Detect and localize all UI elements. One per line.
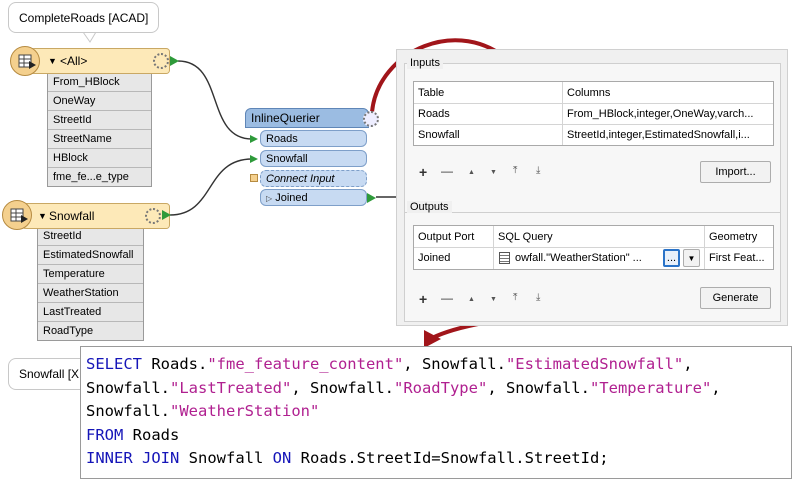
sql-line-3: Snowfall."WeatherStation" bbox=[86, 402, 320, 420]
move-down-button[interactable]: ▼ bbox=[490, 293, 497, 307]
feature-type-title: Snowfall bbox=[49, 209, 95, 223]
input-arrow-icon bbox=[250, 135, 258, 143]
gear-icon[interactable] bbox=[363, 111, 379, 127]
feature-type-header-roads[interactable]: ▼ <All> bbox=[22, 48, 170, 74]
column-header-columns[interactable]: Columns bbox=[563, 83, 775, 103]
table-reader-icon bbox=[2, 200, 32, 230]
feature-type-roads[interactable]: From_HBlock OneWay StreetId StreetName H… bbox=[10, 44, 179, 187]
callout-pointer-top bbox=[82, 31, 97, 43]
move-up-button[interactable]: ▲ bbox=[468, 166, 475, 180]
output-arrow-icon[interactable] bbox=[367, 193, 376, 203]
chevron-down-icon: ▼ bbox=[687, 254, 696, 263]
sql-editor-button[interactable]: ... bbox=[663, 249, 680, 267]
connection-roads bbox=[177, 60, 253, 140]
connect-input-icon bbox=[250, 174, 258, 182]
expand-triangle-icon[interactable]: ▷ bbox=[266, 194, 272, 203]
attribute-item: EstimatedSnowfall bbox=[38, 246, 143, 265]
output-port-joined[interactable]: ▷ Joined bbox=[260, 189, 367, 206]
gear-icon[interactable] bbox=[145, 208, 161, 224]
port-label: Snowfall bbox=[266, 153, 308, 165]
inputs-table[interactable]: Table Columns Roads From_HBlock,integer,… bbox=[413, 81, 774, 146]
port-label: Joined bbox=[275, 192, 308, 204]
remove-row-button[interactable]: — bbox=[441, 291, 453, 305]
column-header-table[interactable]: Table bbox=[414, 83, 558, 103]
feature-type-snowfall[interactable]: StreetId EstimatedSnowfall Temperature W… bbox=[2, 200, 178, 341]
move-up-button[interactable]: ▲ bbox=[468, 293, 475, 307]
table-cell[interactable]: Joined bbox=[414, 248, 494, 268]
transformer-inlinequerier[interactable]: InlineQuerier Roads Snowfall Connect Inp… bbox=[245, 108, 380, 208]
attribute-item: OneWay bbox=[48, 92, 151, 111]
port-label: Connect Input bbox=[266, 173, 335, 185]
move-down-button[interactable]: ▼ bbox=[490, 166, 497, 180]
reader-callout-snowfall: Snowfall [X bbox=[8, 358, 82, 390]
outputs-group-label: Outputs bbox=[407, 201, 452, 213]
table-cell[interactable]: First Feat... bbox=[705, 248, 777, 268]
sql-query-editor[interactable]: SELECT Roads."fme_feature_content", Snow… bbox=[80, 346, 792, 479]
attribute-item: WeatherStation bbox=[38, 284, 143, 303]
table-cell[interactable]: StreetId,integer,EstimatedSnowfall,i... bbox=[563, 125, 775, 145]
output-port-roads[interactable] bbox=[170, 56, 179, 66]
generate-button[interactable]: Generate bbox=[700, 287, 771, 309]
sql-line-1: SELECT Roads."fme_feature_content", Snow… bbox=[86, 355, 693, 373]
move-bottom-button[interactable]: ⤓ bbox=[536, 291, 540, 305]
attribute-list-roads: From_HBlock OneWay StreetId StreetName H… bbox=[47, 72, 152, 187]
attribute-item: RoadType bbox=[43, 325, 94, 337]
transformer-title: InlineQuerier bbox=[251, 111, 320, 125]
transformer-header[interactable]: InlineQuerier bbox=[245, 108, 379, 128]
sql-line-5: INNER JOIN Snowfall ON Roads.StreetId=Sn… bbox=[86, 449, 609, 467]
gear-icon[interactable] bbox=[153, 53, 169, 69]
sql-document-icon bbox=[499, 252, 510, 264]
inline-querier-parameters-panel: Inputs Table Columns Roads From_HBlock,i… bbox=[396, 49, 788, 326]
table-reader-icon bbox=[10, 46, 40, 76]
attribute-item: LastTreated bbox=[38, 303, 143, 322]
port-label: Roads bbox=[266, 133, 298, 145]
sql-query-cell[interactable]: owfall."WeatherStation" ... bbox=[511, 248, 663, 268]
input-port-roads[interactable]: Roads bbox=[260, 130, 367, 147]
column-header-geometry[interactable]: Geometry bbox=[705, 227, 777, 247]
table-cell[interactable]: Snowfall bbox=[414, 125, 558, 145]
remove-row-button[interactable]: — bbox=[441, 164, 453, 178]
attribute-item: StreetId bbox=[38, 227, 143, 246]
attribute-item: HBlock bbox=[48, 149, 151, 168]
input-port-snowfall[interactable]: Snowfall bbox=[260, 150, 367, 167]
sql-dropdown-button[interactable]: ▼ bbox=[683, 249, 700, 267]
connect-input-port[interactable]: Connect Input bbox=[260, 170, 367, 187]
attribute-item: Temperature bbox=[38, 265, 143, 284]
connection-snowfall bbox=[169, 158, 253, 216]
add-row-button[interactable]: + bbox=[419, 292, 427, 306]
attribute-item: StreetId bbox=[48, 111, 151, 130]
attribute-item: fme_fe...e_type bbox=[53, 171, 129, 183]
import-button[interactable]: Import... bbox=[700, 161, 771, 183]
expand-triangle-icon[interactable]: ▼ bbox=[48, 49, 57, 73]
move-top-button[interactable]: ⤒ bbox=[513, 164, 517, 178]
add-row-button[interactable]: + bbox=[419, 165, 427, 179]
column-header-sql-query[interactable]: SQL Query bbox=[494, 227, 704, 247]
attribute-item: StreetName bbox=[48, 130, 151, 149]
input-arrow-icon bbox=[250, 155, 258, 163]
output-port-snowfall[interactable] bbox=[162, 210, 171, 220]
move-bottom-button[interactable]: ⤓ bbox=[536, 164, 540, 178]
outputs-table[interactable]: Output Port SQL Query Geometry Joined ow… bbox=[413, 225, 774, 270]
attribute-list-snowfall: StreetId EstimatedSnowfall Temperature W… bbox=[37, 226, 144, 341]
table-cell[interactable]: Roads bbox=[414, 104, 558, 124]
sql-line-2: Snowfall."LastTreated", Snowfall."RoadTy… bbox=[86, 378, 721, 397]
sql-line-4: FROM Roads bbox=[86, 425, 180, 444]
attribute-item: From_HBlock bbox=[48, 73, 151, 92]
table-cell[interactable]: From_HBlock,integer,OneWay,varch... bbox=[563, 104, 775, 124]
inputs-group-label: Inputs bbox=[407, 57, 443, 69]
reader-callout-completeroads: CompleteRoads [ACAD] bbox=[8, 2, 160, 33]
feature-type-header-snowfall[interactable]: ▼ Snowfall bbox=[14, 203, 170, 229]
column-header-output-port[interactable]: Output Port bbox=[414, 227, 494, 247]
move-top-button[interactable]: ⤒ bbox=[513, 291, 517, 305]
feature-type-title: <All> bbox=[60, 54, 88, 68]
expand-triangle-icon[interactable]: ▼ bbox=[38, 204, 47, 228]
